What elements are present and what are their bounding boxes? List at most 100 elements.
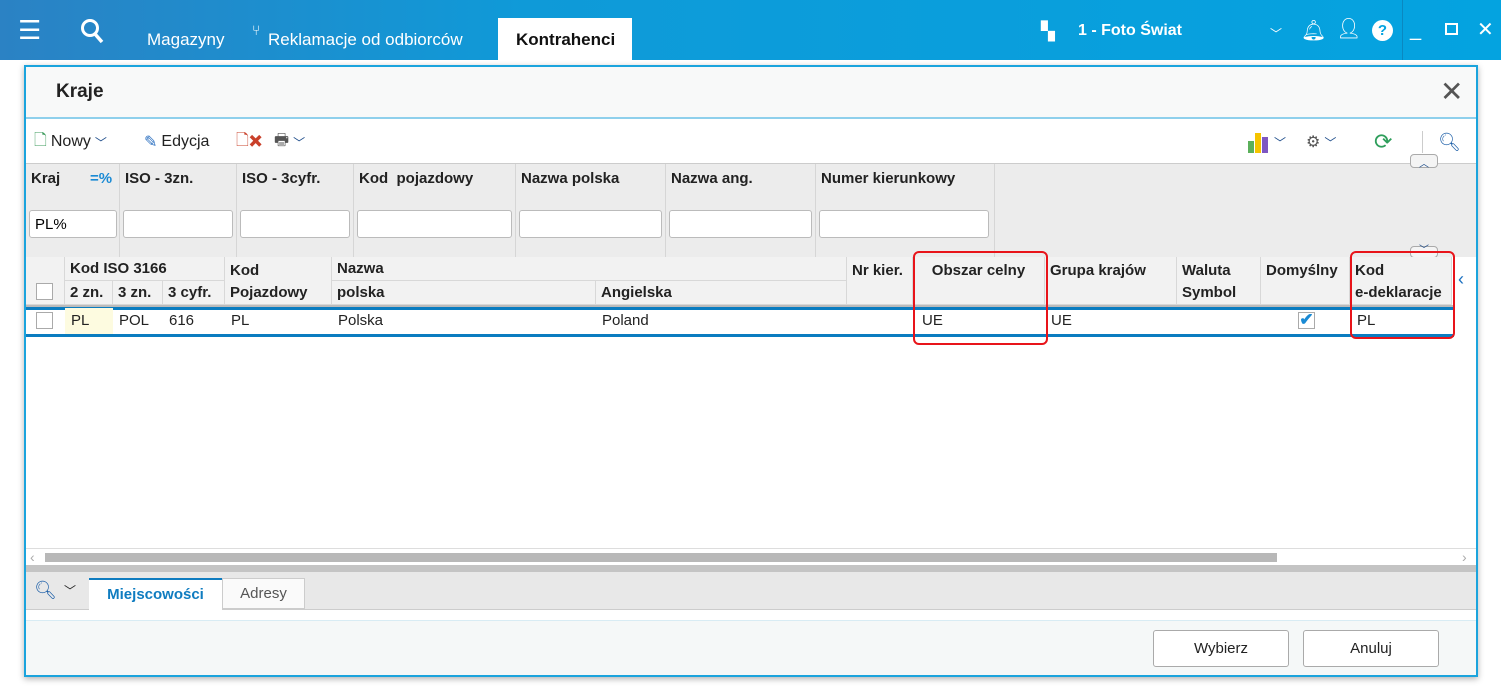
print-button[interactable]: 🖶 ﹀ [274,127,305,157]
filter-name-en: Nazwa ang. [666,164,816,258]
header-line: Kod [230,262,260,279]
bell-icon[interactable]: 🔔︎ [1301,21,1326,41]
row-checkbox[interactable] [36,312,53,329]
header-2zn[interactable]: 2 zn. [65,281,113,305]
tab-miejscowosci[interactable]: Miejscowości [89,578,222,610]
scroll-right-icon[interactable]: › [1462,549,1467,565]
filter-vehicle-code: Kod pojazdowy [354,164,516,258]
scroll-left-icon[interactable]: ‹ [30,549,35,565]
header-angielska[interactable]: Angielska [596,281,847,305]
edit-document-icon: ✎ [144,134,158,151]
help-icon[interactable]: ? [1372,20,1393,41]
view-settings-button[interactable]: ⚙ ﹀ [1306,127,1336,157]
chevron-down-icon[interactable]: ﹀ [1270,24,1282,44]
cancel-button[interactable]: Anuluj [1303,630,1439,667]
filter-search-icon[interactable]: 🔍︎ [1438,127,1461,157]
scrollbar-thumb[interactable] [45,553,1277,562]
select-button[interactable]: Wybierz [1153,630,1289,667]
select-all-checkbox[interactable] [36,283,53,300]
filter-kraj: Kraj =% [26,164,120,258]
cell-grupa-krajow: UE [1051,312,1072,329]
header-iso-group: Kod ISO 3166 [65,257,225,281]
cell-angielska: Poland [602,312,649,329]
tab-kontrahenci[interactable]: Kontrahenci [498,18,632,60]
detail-tab-strip: 🔍︎ ﹀ Miejscowości Adresy [26,572,1476,610]
filter-operator[interactable]: =% [90,170,112,187]
chart-button[interactable]: ﹀ [1246,127,1286,157]
tab-adresy[interactable]: Adresy [222,578,305,609]
select-all-cell [26,257,65,305]
header-line: Symbol [1182,284,1237,301]
name-pl-filter-input[interactable] [519,210,662,238]
cell-polska: Polska [338,312,384,329]
header-3cyfr[interactable]: 3 cyfr. [163,281,225,305]
filter-label: Nazwa polska [521,170,620,187]
dialog-header: Kraje ✕ [26,67,1476,119]
scroll-columns-left-icon[interactable]: ‹ [1458,269,1464,290]
minimize-icon[interactable]: _ [1410,20,1421,40]
tab-reklamacje[interactable]: Reklamacje od odbiorców [268,18,463,60]
chevron-down-icon[interactable]: ﹀ [64,582,76,599]
chevron-down-icon[interactable]: ﹀ [1274,134,1286,151]
header-vehicle-code[interactable]: Kod Pojazdowy [225,257,332,305]
vehicle-code-filter-input[interactable] [357,210,512,238]
horizontal-scrollbar[interactable]: ‹ › [26,548,1476,565]
dial-code-filter-input[interactable] [819,210,989,238]
filter-label: ISO - 3cyfr. [242,170,321,187]
company-selector[interactable]: 1 - Foto Świat [1078,22,1182,40]
filter-label: Numer kierunkowy [821,170,956,187]
cell-vehicle-code: PL [231,312,250,329]
edit-button[interactable]: ✎ Edycja [144,127,209,157]
header-nr-kier[interactable]: Nr kier. [847,257,913,305]
splitter-handle[interactable] [26,565,1476,572]
merge-arrows-icon: ⑂ [252,22,261,38]
chevron-down-icon[interactable]: ﹀ [293,134,305,151]
user-icon[interactable]: 👤︎ [1336,19,1361,39]
tab-magazyny[interactable]: Magazyny [147,18,224,60]
edit-label: Edycja [161,133,210,150]
app-top-bar: ☰ Magazyny ⑂ Reklamacje od odbiorców Kon… [0,0,1501,60]
cell-3cyfr: 616 [169,312,195,329]
header-grupa-krajow[interactable]: Grupa krajów [1045,257,1177,305]
divider [1402,0,1403,60]
filter-dial-code: Numer kierunkowy [816,164,995,258]
refresh-icon[interactable]: ⟳ [1374,127,1392,157]
name-en-filter-input[interactable] [669,210,812,238]
kraj-filter-input[interactable] [29,210,117,238]
header-line: Pojazdowy [230,284,308,301]
default-checkbox-checked[interactable]: ✔ [1298,311,1315,329]
header-domyslny[interactable]: Domyślny [1261,257,1350,305]
header-waluta[interactable]: Waluta Symbol [1177,257,1261,305]
search-icon[interactable] [80,18,104,48]
filter-label: ISO - 3zn. [125,170,194,187]
new-document-icon: 🗋 [34,131,47,149]
cell-2zn: PL [65,308,113,334]
iso3-filter-input[interactable] [123,210,233,238]
close-window-icon[interactable]: ✕ [1477,20,1494,40]
highlight-kod-edeklaracje [1350,251,1455,339]
filter-label: Nazwa ang. [671,170,753,187]
collapse-up-icon[interactable]: ︿ [1410,154,1438,170]
apps-grid-icon[interactable]: ▚ [1041,21,1055,41]
window-gear-icon: ⚙ [1306,134,1321,151]
cell-3zn: POL [119,312,150,329]
maximize-icon[interactable] [1445,23,1458,35]
iso-num-filter-input[interactable] [240,210,350,238]
chevron-down-icon[interactable]: ﹀ [95,134,107,151]
header-line: Waluta [1182,262,1231,279]
header-polska[interactable]: polska [332,281,596,305]
highlight-obszar-celny [913,251,1048,345]
search-layout-icon[interactable]: 🔍︎ [34,580,57,601]
filter-panel: Kraj =% ISO - 3zn. ISO - 3cyfr. Kod pojaz… [26,154,1476,258]
chevron-down-icon[interactable]: ﹀ [1324,134,1336,151]
new-button[interactable]: 🗋 Nowy ﹀ [34,127,107,157]
header-3zn[interactable]: 3 zn. [113,281,163,305]
countries-dialog: Kraje ✕ 🗋 Nowy ﹀ ✎ Edycja 🗋✖ 🖶 ﹀ ﹀ ⚙ ﹀ ⟳ 🔍︎ K… [24,65,1478,677]
delete-document-icon[interactable]: 🗋✖ [236,127,262,157]
new-label: Nowy [50,133,91,150]
filter-label: Kraj [31,170,61,187]
hamburger-menu-icon[interactable]: ☰ [18,17,41,43]
filter-iso3: ISO - 3zn. [120,164,237,258]
printer-icon: 🖶 [274,131,290,149]
close-icon[interactable]: ✕ [1440,75,1463,108]
